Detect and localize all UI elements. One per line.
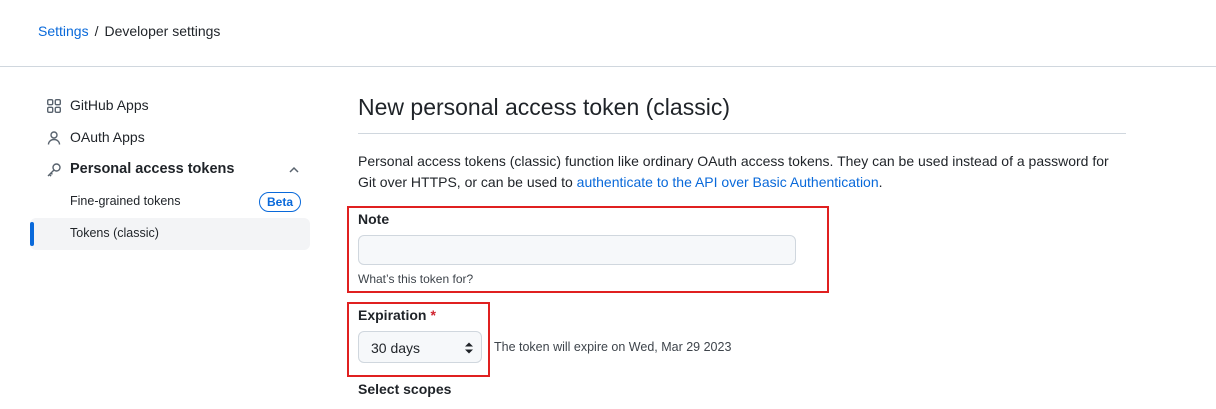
breadcrumb-settings-link[interactable]: Settings bbox=[38, 23, 89, 39]
select-arrows-icon bbox=[463, 340, 475, 356]
expiration-date-note: The token will expire on Wed, Mar 29 202… bbox=[494, 340, 732, 354]
expiration-label-text: Expiration bbox=[358, 307, 427, 323]
select-scopes-heading: Select scopes bbox=[358, 381, 452, 397]
chevron-up-icon[interactable] bbox=[286, 162, 302, 178]
sidebar-item-label: OAuth Apps bbox=[70, 129, 145, 145]
beta-badge: Beta bbox=[259, 192, 302, 212]
person-icon bbox=[46, 130, 62, 146]
breadcrumb: Settings / Developer settings bbox=[38, 22, 220, 40]
breadcrumb-separator: / bbox=[94, 23, 99, 39]
title-divider bbox=[358, 133, 1126, 134]
sidebar-subitem-label: Tokens (classic) bbox=[70, 226, 159, 240]
sidebar-subitem-fine-grained-tokens[interactable]: Fine-grained tokens Beta bbox=[30, 186, 310, 218]
description-end: . bbox=[878, 174, 883, 190]
sidebar-item-personal-access-tokens[interactable]: Personal access tokens bbox=[30, 154, 310, 186]
expiration-label: Expiration * bbox=[358, 307, 436, 323]
note-input[interactable] bbox=[358, 235, 796, 265]
required-marker: * bbox=[430, 307, 436, 323]
top-bar: Settings / Developer settings bbox=[0, 0, 1216, 67]
sidebar-subitem-tokens-classic[interactable]: Tokens (classic) bbox=[30, 218, 310, 250]
active-indicator bbox=[30, 222, 34, 246]
sidebar-item-github-apps[interactable]: GitHub Apps bbox=[30, 90, 310, 122]
sidebar-item-label: Personal access tokens bbox=[70, 161, 235, 177]
sidebar-item-oauth-apps[interactable]: OAuth Apps bbox=[30, 122, 310, 154]
expiration-selected-value: 30 days bbox=[371, 340, 421, 356]
basic-auth-link[interactable]: authenticate to the API over Basic Authe… bbox=[577, 174, 879, 190]
sidebar-subitem-label: Fine-grained tokens bbox=[70, 194, 181, 208]
page-description: Personal access tokens (classic) functio… bbox=[358, 151, 1126, 193]
page-title: New personal access token (classic) bbox=[358, 94, 730, 120]
breadcrumb-current: Developer settings bbox=[104, 23, 221, 39]
note-label: Note bbox=[358, 211, 390, 227]
expiration-select[interactable]: 30 days bbox=[358, 331, 482, 363]
key-icon bbox=[46, 162, 62, 178]
note-hint: What’s this token for? bbox=[358, 272, 474, 286]
sidebar-item-label: GitHub Apps bbox=[70, 97, 149, 113]
apps-grid-icon bbox=[46, 98, 62, 114]
